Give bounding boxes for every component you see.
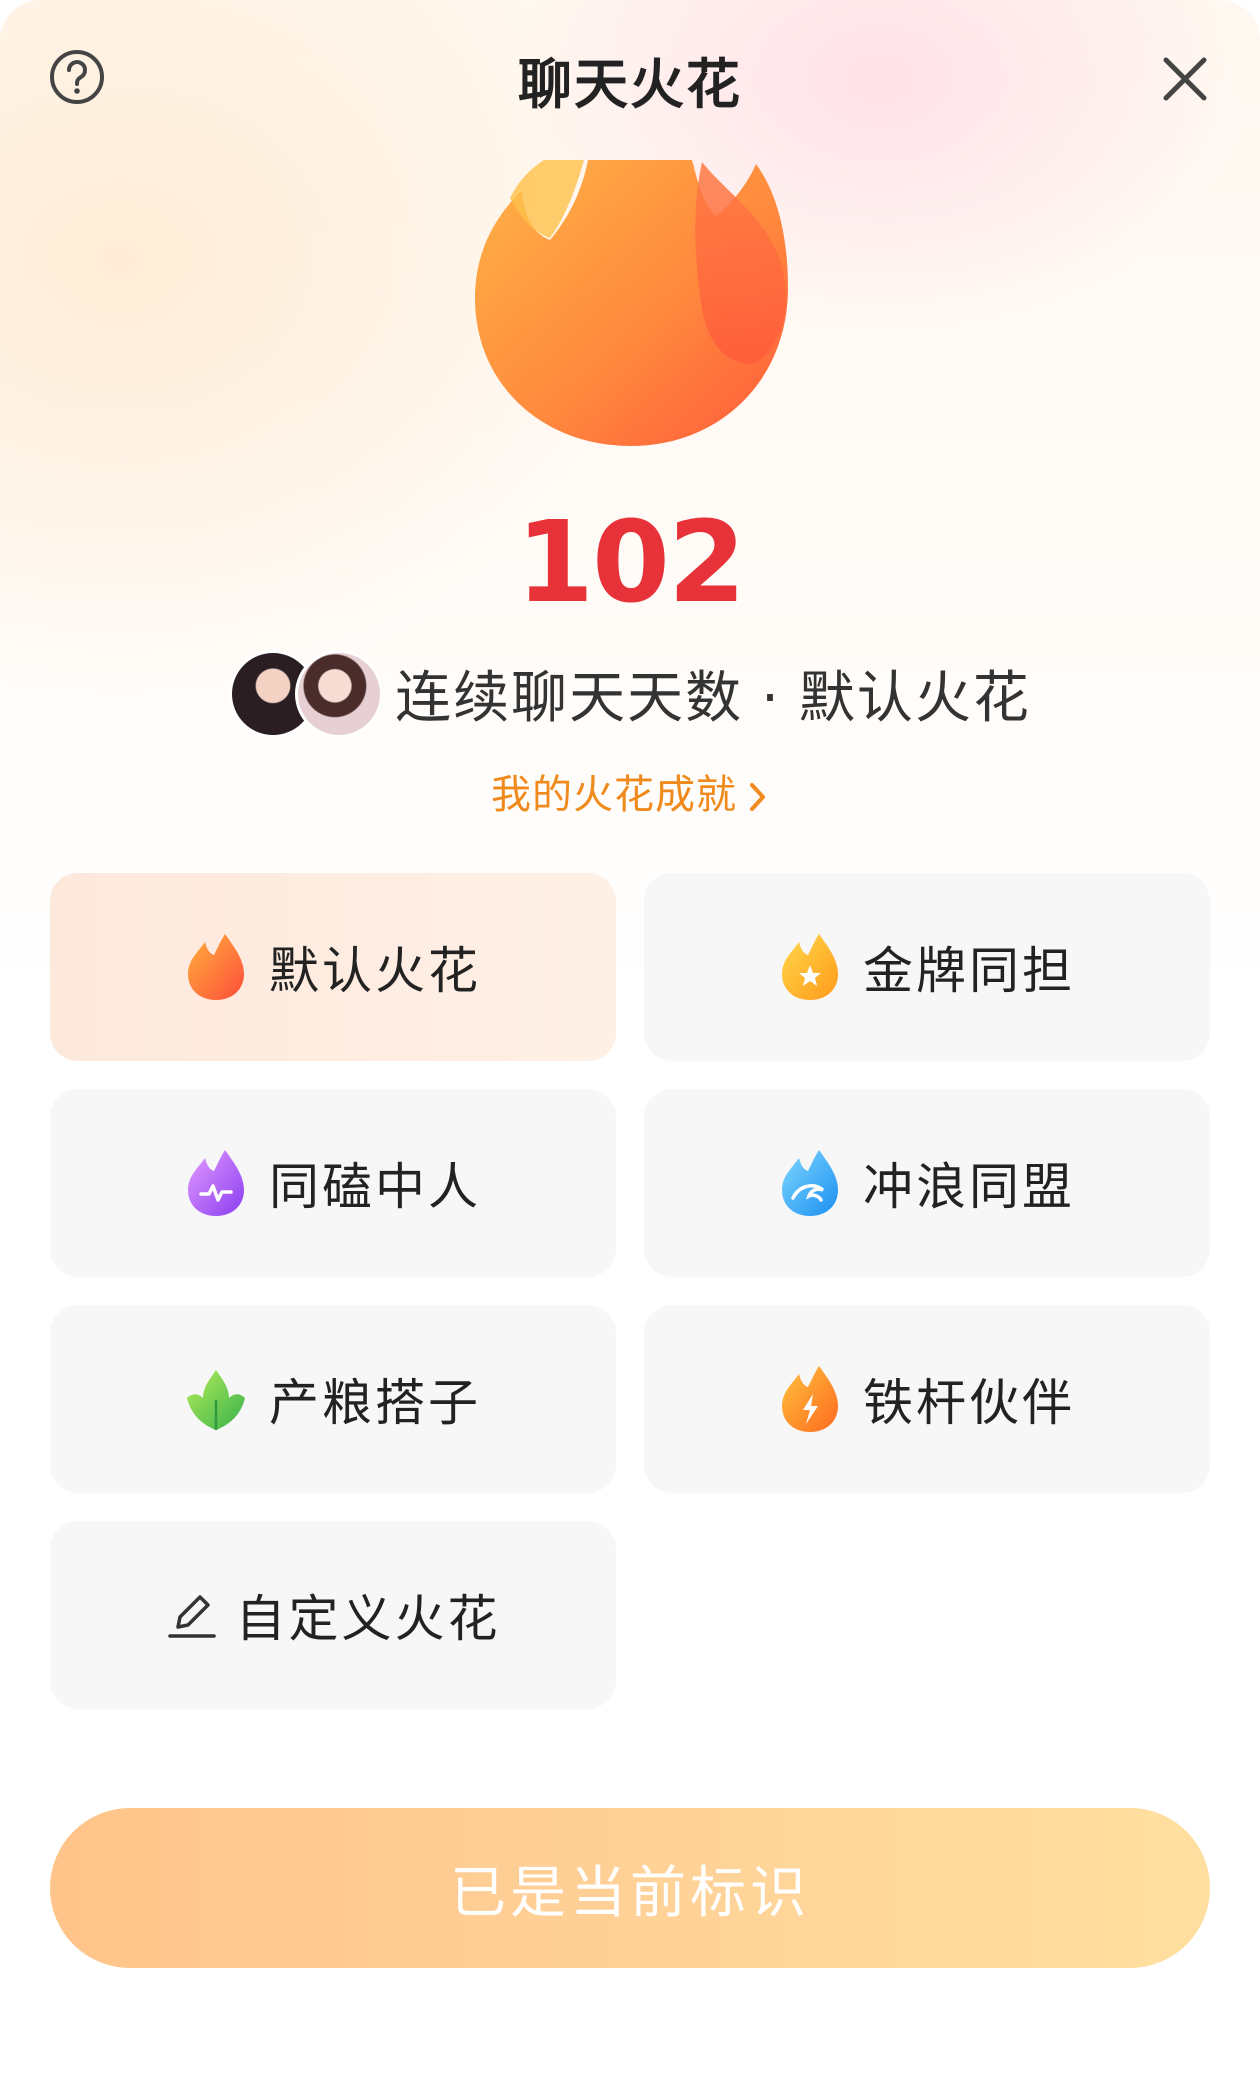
- current-style-label: 默认火花: [798, 665, 1031, 731]
- achievement-link[interactable]: 我的火花成就: [0, 762, 1260, 820]
- option-loyal-partner[interactable]: 铁杆伙伴: [644, 1305, 1210, 1493]
- streak-caption: 连续聊天天数 · 默认火花: [395, 653, 1031, 734]
- purple-heartbeat-flame-icon: [188, 1150, 244, 1216]
- blue-wave-flame-icon: [782, 1150, 838, 1216]
- gold-star-flame-icon: [782, 934, 838, 1000]
- separator-dot: ·: [761, 665, 781, 731]
- pen-icon: [167, 1595, 216, 1638]
- lightning-flame-icon: [782, 1366, 838, 1432]
- flame-options: 默认火花 金牌同担 同磕中人 冲浪同盟 产粮搭子 铁杆伙伴 自定义火花: [50, 873, 1210, 1709]
- option-label: 自定义火花: [235, 1590, 501, 1648]
- achievement-link-label: 我的火花成就: [491, 772, 737, 818]
- current-identity-button[interactable]: 已是当前标识: [50, 1808, 1210, 1968]
- option-label: 冲浪同盟: [863, 1158, 1075, 1216]
- flame-sheet: 聊天火花 102 连续聊天天数 · 默认火花 我的火花成就 默认火花 金牌同担 …: [0, 0, 1260, 2097]
- option-default-flame[interactable]: 默认火花: [50, 873, 616, 1061]
- option-surf-alliance[interactable]: 冲浪同盟: [644, 1089, 1210, 1277]
- option-label: 默认火花: [269, 942, 481, 1000]
- green-leaf-flame-icon: [187, 1370, 245, 1430]
- avatar-group: [229, 650, 384, 738]
- avatar: [295, 650, 384, 738]
- chevron-right-icon: [750, 783, 765, 811]
- option-label: 产粮搭子: [269, 1374, 481, 1432]
- streak-info: 连续聊天天数 · 默认火花: [0, 650, 1260, 738]
- page-title: 聊天火花: [518, 53, 742, 116]
- option-gold-fan[interactable]: 金牌同担: [644, 873, 1210, 1061]
- option-content-buddy[interactable]: 产粮搭子: [50, 1305, 616, 1493]
- option-label: 同磕中人: [269, 1158, 481, 1216]
- option-label: 金牌同担: [863, 942, 1075, 1000]
- cta-label: 已是当前标识: [450, 1860, 810, 1926]
- option-shipping-fans[interactable]: 同磕中人: [50, 1089, 616, 1277]
- streak-count: 102: [516, 498, 746, 628]
- flame-hero-icon: [475, 160, 788, 446]
- close-button[interactable]: [1154, 48, 1216, 110]
- option-label: 铁杆伙伴: [863, 1374, 1075, 1432]
- orange-flame-icon: [188, 934, 244, 1000]
- streak-label: 连续聊天天数: [395, 665, 744, 731]
- option-custom-flame[interactable]: 自定义火花: [50, 1521, 616, 1709]
- close-icon: [1163, 57, 1207, 101]
